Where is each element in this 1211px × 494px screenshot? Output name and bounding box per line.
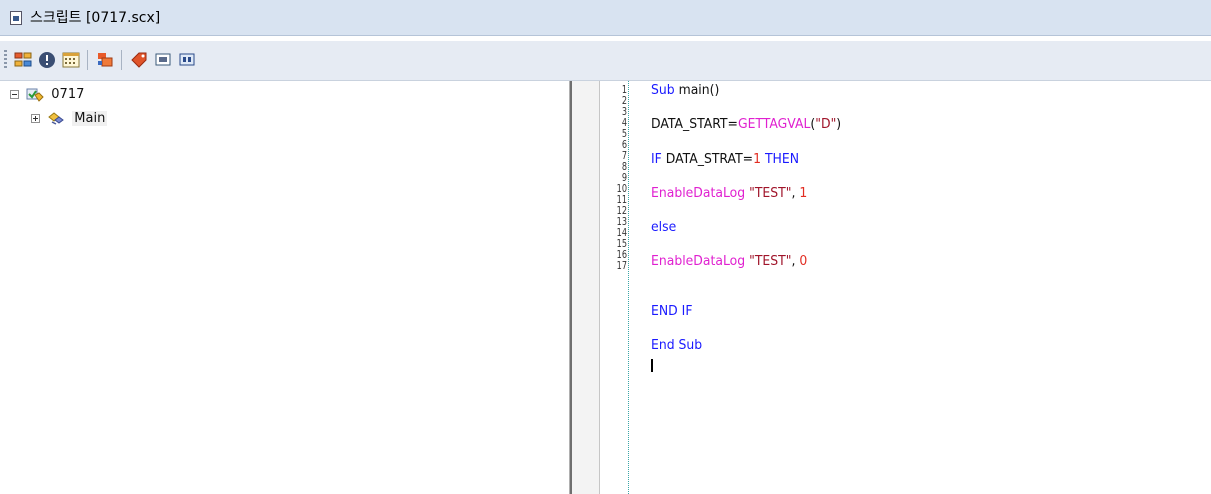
- calendar-button[interactable]: [62, 51, 80, 69]
- info-button[interactable]: [38, 51, 56, 69]
- code-line-16: End Sub: [651, 337, 703, 353]
- toolbar-grip[interactable]: [4, 50, 7, 70]
- tree-node-root[interactable]: 0717: [10, 85, 84, 105]
- code-line-5: IF DATA_STRAT=1 THEN: [651, 151, 800, 167]
- code-line-11: EnableDataLog "TEST", 0: [651, 253, 808, 269]
- screen-text-icon: [179, 53, 195, 66]
- code-line-14: END IF: [651, 303, 693, 319]
- tag-export-button[interactable]: [96, 51, 114, 69]
- info-icon: [39, 52, 55, 68]
- gutter-divider: [628, 81, 629, 494]
- text-cursor: [651, 359, 653, 372]
- tag-button[interactable]: [130, 51, 148, 69]
- window-titlebar: 스크립트 [0717.scx]: [0, 0, 1211, 36]
- project-script-icon: [26, 88, 44, 102]
- script-tree-pane: 0717 Main: [8, 81, 570, 494]
- toolbar-separator: [121, 50, 122, 70]
- tree-node-main[interactable]: Main: [31, 109, 108, 129]
- collapse-toggle[interactable]: [10, 90, 19, 99]
- tree-main-label: Main: [72, 111, 108, 126]
- expand-toggle[interactable]: [31, 114, 40, 123]
- code-line-1: Sub main(): [651, 82, 720, 98]
- tree-view-button[interactable]: [14, 51, 32, 69]
- code-line-9: else: [651, 219, 677, 235]
- toolbar: [0, 41, 1211, 81]
- toolbar-separator: [87, 50, 88, 70]
- code-line-7: EnableDataLog "TEST", 1: [651, 185, 808, 201]
- script-module-icon: [48, 111, 64, 125]
- script-document-icon: [10, 11, 22, 25]
- tag-icon: [131, 52, 147, 68]
- line-number: 17: [616, 259, 627, 272]
- screen-button[interactable]: [154, 51, 172, 69]
- tag-export-icon: [98, 53, 113, 67]
- code-editor[interactable]: 1 2 3 4 5 6 7 8 9 10 11 12 13 14 15 16 1…: [600, 81, 1211, 494]
- tree-root-label: 0717: [51, 87, 85, 102]
- screen-icon: [155, 53, 171, 66]
- window-title: 스크립트 [0717.scx]: [30, 10, 161, 26]
- tree-view-icon: [14, 52, 32, 67]
- code-line-3: DATA_START=GETTAGVAL("D"): [651, 116, 842, 132]
- screen-text-button[interactable]: [178, 51, 196, 69]
- calendar-icon: [62, 52, 80, 68]
- pane-splitter[interactable]: [570, 81, 600, 494]
